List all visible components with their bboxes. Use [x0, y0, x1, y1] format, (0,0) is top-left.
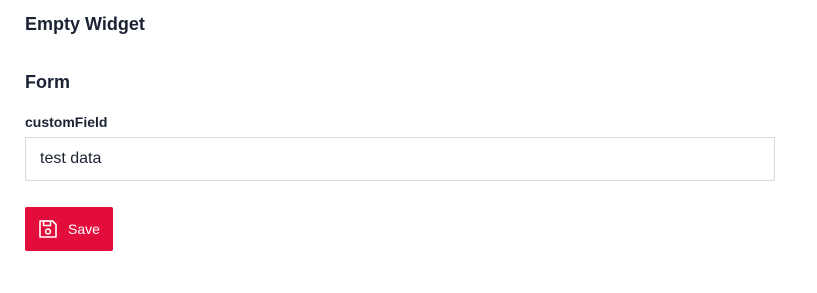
- save-button-label: Save: [68, 221, 100, 237]
- form-title: Form: [25, 72, 70, 92]
- custom-field-input[interactable]: [25, 137, 775, 181]
- custom-field-label: customField: [25, 114, 108, 130]
- widget-container: Empty Widget Form customField Save: [0, 0, 817, 293]
- widget-title: Empty Widget: [25, 14, 145, 34]
- floppy-disk-icon: [37, 218, 59, 240]
- save-button[interactable]: Save: [25, 207, 113, 251]
